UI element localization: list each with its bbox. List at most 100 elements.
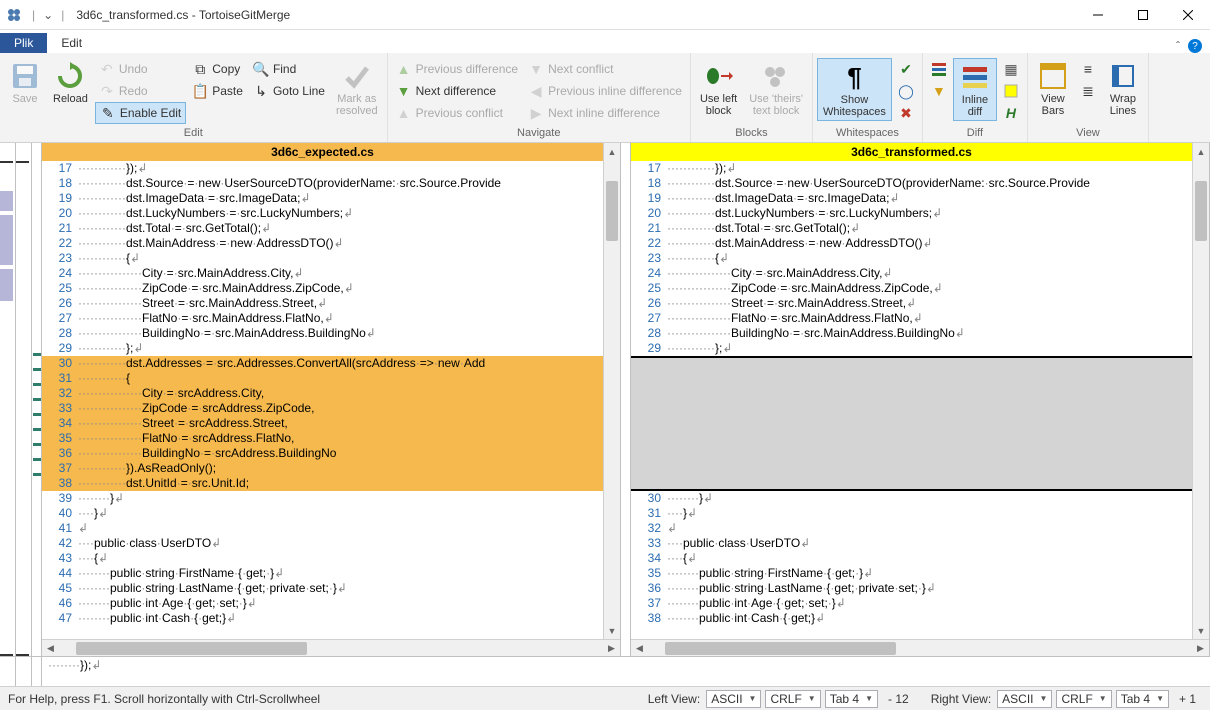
code-line[interactable]: 31············{ (42, 371, 603, 386)
code-line[interactable]: 18············dst.Source·=·new·UserSourc… (42, 176, 603, 191)
diff-opt1-button[interactable] (927, 58, 951, 80)
diff-opt2-button[interactable]: ▼ (927, 80, 951, 102)
code-line[interactable]: 44········public·string·FirstName·{·get;… (42, 566, 603, 581)
left-encoding-combo[interactable]: ASCII▼ (706, 690, 761, 708)
code-line[interactable]: 25················ZipCode·=·src.MainAddr… (631, 281, 1192, 296)
code-line[interactable]: 23············{↲ (631, 251, 1192, 266)
redo-button[interactable]: ↷Redo (95, 80, 186, 102)
goto-line-button[interactable]: ↳Goto Line (249, 80, 329, 102)
code-line[interactable]: 28················BuildingNo·=·src.MainA… (42, 326, 603, 341)
view-lines2-button[interactable]: ≣ (1076, 80, 1100, 102)
right-eol-combo[interactable]: CRLF▼ (1056, 690, 1111, 708)
right-scrollbar-v[interactable]: ▼ (1192, 161, 1209, 639)
prev-diff-button[interactable]: ▲Previous difference (392, 58, 523, 80)
inline-diff-button[interactable]: Inline diff (953, 58, 997, 121)
code-line[interactable]: 33····public·class·UserDTO↲ (631, 536, 1192, 551)
code-line[interactable]: 35················FlatNo·=·srcAddress.Fl… (42, 431, 603, 446)
qat-dropdown[interactable]: ⌄ (43, 8, 53, 22)
next-conflict-button[interactable]: ▼Next conflict (524, 58, 686, 80)
next-diff-button[interactable]: ▼Next difference (392, 80, 523, 102)
code-line[interactable]: 28················BuildingNo·=·src.MainA… (631, 326, 1192, 341)
code-line[interactable]: 30········}↲ (631, 491, 1192, 506)
close-button[interactable] (1165, 0, 1210, 30)
diff-opt5-button[interactable]: H (999, 102, 1023, 124)
locator-bar-left-2[interactable] (16, 143, 32, 656)
left-scrollbar-h[interactable]: ◀▶ (42, 639, 620, 656)
next-inline-button[interactable]: ▶Next inline difference (524, 102, 686, 124)
code-line[interactable]: 37············}).AsReadOnly(); (42, 461, 603, 476)
wrap-lines-button[interactable]: Wrap Lines (1102, 58, 1144, 119)
scroll-up-right[interactable]: ▲ (1192, 143, 1209, 161)
find-button[interactable]: 🔍Find (249, 58, 329, 80)
code-line[interactable]: 47········public·int·Cash·{·get;}↲ (42, 611, 603, 626)
code-line[interactable]: 38············dst.UnitId·=·src.Unit.Id; (42, 476, 603, 491)
left-code-body[interactable]: 17············});↲18············dst.Sour… (42, 161, 603, 639)
right-encoding-combo[interactable]: ASCII▼ (997, 690, 1052, 708)
code-line[interactable]: 33················ZipCode·=·srcAddress.Z… (42, 401, 603, 416)
maximize-button[interactable] (1120, 0, 1165, 30)
right-code-body[interactable]: 17············});↲18············dst.Sour… (631, 161, 1192, 639)
save-button[interactable]: Save (4, 58, 46, 107)
code-line[interactable]: 19············dst.ImageData·=·src.ImageD… (631, 191, 1192, 206)
use-left-block-button[interactable]: Use left block (695, 58, 742, 119)
bottom-line-view[interactable]: ········});↲ (42, 657, 1210, 686)
view-lines1-button[interactable]: ≡ (1076, 58, 1100, 80)
code-line[interactable]: 43····{↲ (42, 551, 603, 566)
code-line[interactable]: 40····}↲ (42, 506, 603, 521)
paste-button[interactable]: 📋Paste (188, 80, 247, 102)
code-line[interactable]: 17············});↲ (631, 161, 1192, 176)
code-line[interactable]: 45········public·string·LastName·{·get;·… (42, 581, 603, 596)
help-icon[interactable]: ? (1188, 39, 1202, 53)
code-line[interactable]: 26················Street·=·src.MainAddre… (42, 296, 603, 311)
code-line[interactable]: 30············dst.Addresses·=·src.Addres… (42, 356, 603, 371)
show-whitespaces-button[interactable]: ¶ Show Whitespaces (817, 58, 892, 121)
ws-compare-button[interactable]: ✔ (894, 58, 918, 80)
code-line[interactable]: 27················FlatNo·=·src.MainAddre… (631, 311, 1192, 326)
diff-opt4-button[interactable] (999, 80, 1023, 102)
code-line[interactable]: 20············dst.LuckyNumbers·=·src.Luc… (631, 206, 1192, 221)
code-line[interactable]: 25················ZipCode·=·src.MainAddr… (42, 281, 603, 296)
ribbon-collapse-icon[interactable]: ˆ (1176, 39, 1180, 53)
code-line[interactable]: 35········public·string·FirstName·{·get;… (631, 566, 1192, 581)
mark-resolved-button[interactable]: Mark as resolved (331, 58, 383, 119)
code-line[interactable]: 38········public·int·Cash·{·get;}↲ (631, 611, 1192, 626)
code-line[interactable]: 20············dst.LuckyNumbers·=·src.Luc… (42, 206, 603, 221)
code-line[interactable]: 29············};↲ (631, 341, 1192, 356)
enable-edit-button[interactable]: ✎Enable Edit (95, 102, 186, 124)
prev-conflict-button[interactable]: ▲Previous conflict (392, 102, 523, 124)
code-line[interactable]: 32················City·=·srcAddress.City… (42, 386, 603, 401)
right-tab-combo[interactable]: Tab 4▼ (1116, 690, 1169, 708)
code-line[interactable]: 17············});↲ (42, 161, 603, 176)
code-line[interactable]: 36················BuildingNo·=·srcAddres… (42, 446, 603, 461)
code-line[interactable]: 26················Street·=·src.MainAddre… (631, 296, 1192, 311)
code-line[interactable]: 31····}↲ (631, 506, 1192, 521)
tab-edit[interactable]: Edit (47, 33, 96, 53)
ws-ignore-button[interactable]: ◯ (894, 80, 918, 102)
ws-ignoreall-button[interactable]: ✖ (894, 102, 918, 124)
view-bars-button[interactable]: View Bars (1032, 58, 1074, 119)
left-tab-combo[interactable]: Tab 4▼ (825, 690, 878, 708)
code-line[interactable]: 18············dst.Source·=·new·UserSourc… (631, 176, 1192, 191)
use-theirs-block-button[interactable]: Use 'theirs' text block (744, 58, 808, 119)
reload-button[interactable]: Reload (48, 58, 93, 107)
code-line[interactable]: 32↲ (631, 521, 1192, 536)
code-line[interactable]: 34················Street·=·srcAddress.St… (42, 416, 603, 431)
code-line[interactable]: 37········public·int·Age·{·get;·set;·}↲ (631, 596, 1192, 611)
code-line[interactable]: 42····public·class·UserDTO↲ (42, 536, 603, 551)
left-eol-combo[interactable]: CRLF▼ (765, 690, 820, 708)
code-line[interactable]: 36········public·string·LastName·{·get;·… (631, 581, 1192, 596)
diff-opt3-button[interactable]: ▦ (999, 58, 1023, 80)
tab-plik[interactable]: Plik (0, 33, 47, 53)
code-line[interactable]: 22············dst.MainAddress·=·new·Addr… (42, 236, 603, 251)
code-line[interactable]: 39········}↲ (42, 491, 603, 506)
left-scrollbar-v[interactable]: ▼ (603, 161, 620, 639)
code-line[interactable]: 22············dst.MainAddress·=·new·Addr… (631, 236, 1192, 251)
undo-button[interactable]: ↶Undo (95, 58, 186, 80)
code-line[interactable]: 34····{↲ (631, 551, 1192, 566)
code-line[interactable]: 46········public·int·Age·{·get;·set;·}↲ (42, 596, 603, 611)
minimize-button[interactable] (1075, 0, 1120, 30)
code-line[interactable]: 24················City·=·src.MainAddress… (631, 266, 1192, 281)
code-line[interactable]: 41↲ (42, 521, 603, 536)
copy-button[interactable]: ⧉Copy (188, 58, 247, 80)
code-line[interactable]: 27················FlatNo·=·src.MainAddre… (42, 311, 603, 326)
